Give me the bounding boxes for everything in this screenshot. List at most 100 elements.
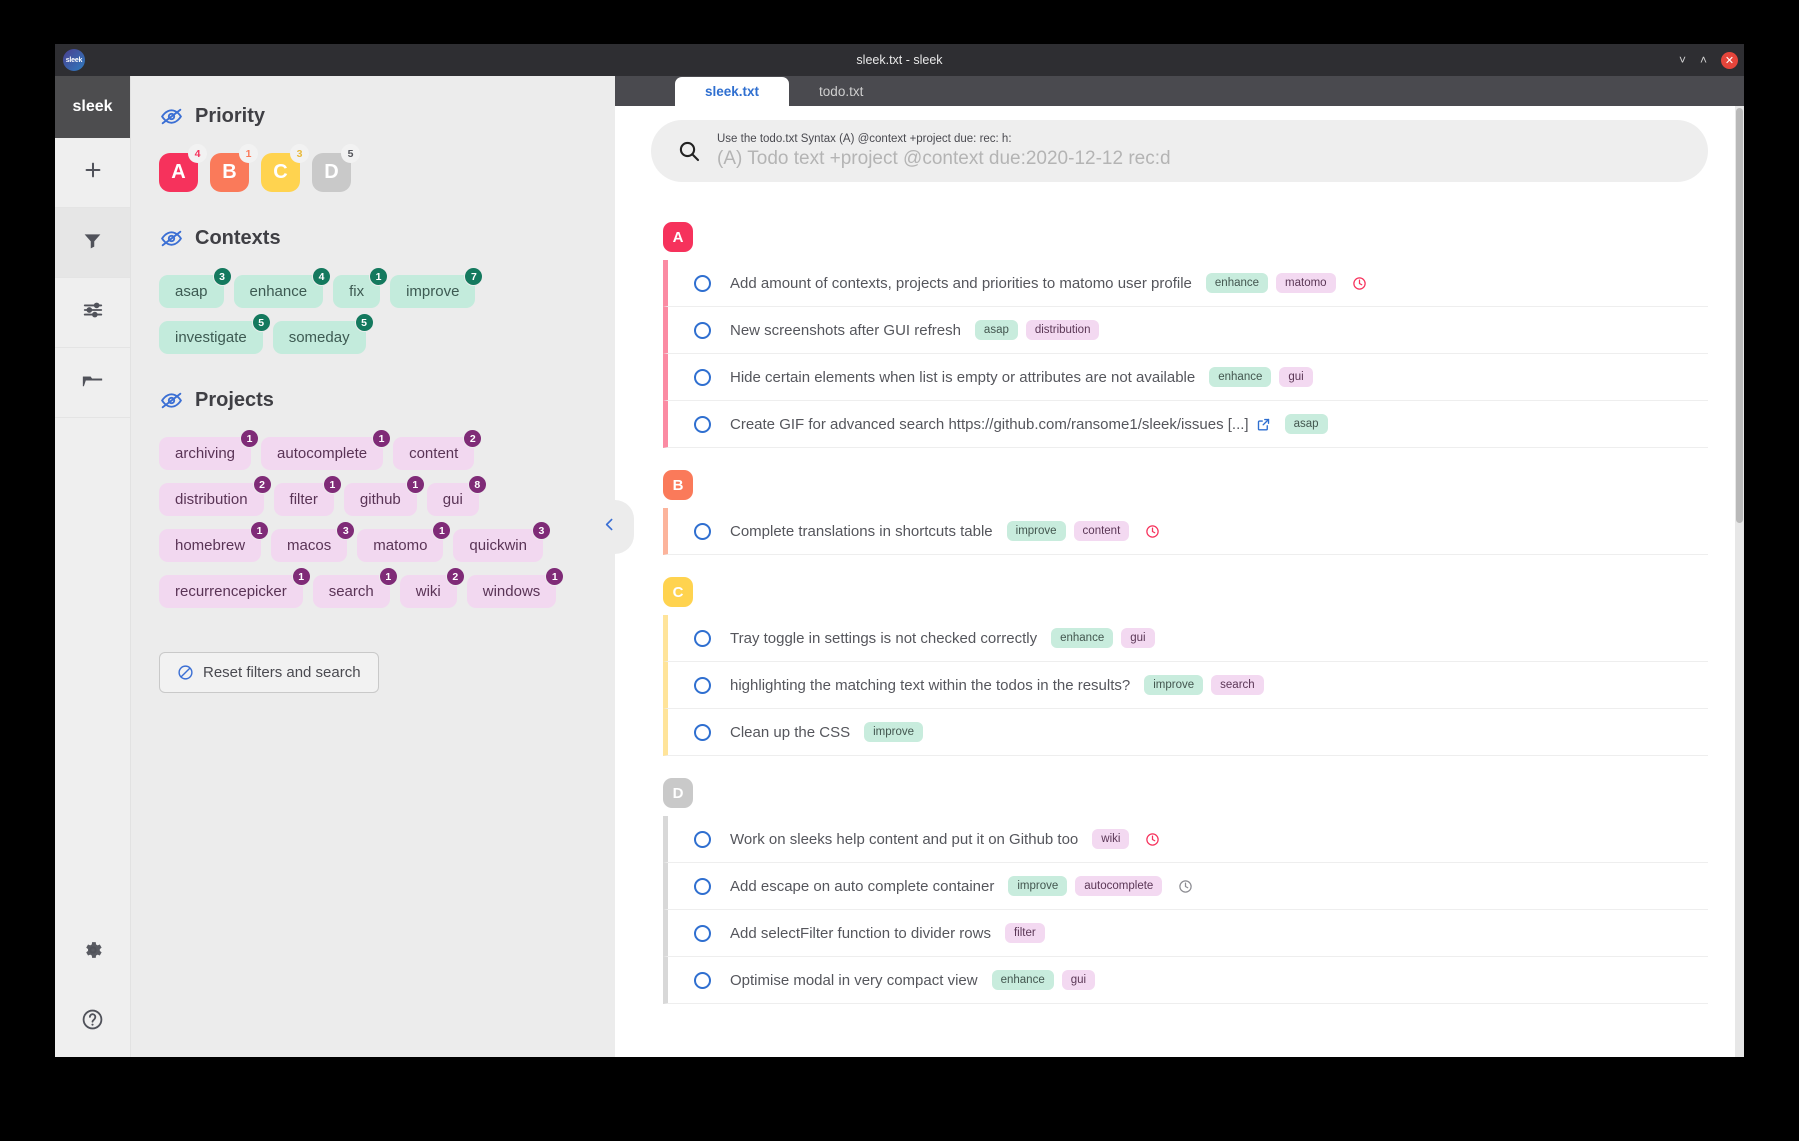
collapse-drawer-button[interactable] <box>596 500 634 554</box>
todo-row[interactable]: Add amount of contexts, projects and pri… <box>663 260 1708 307</box>
todo-tag-wiki[interactable]: wiki <box>1092 829 1129 849</box>
search-input[interactable]: (A) Todo text +project @context due:2020… <box>717 148 1171 170</box>
todo-tag-gui[interactable]: gui <box>1121 628 1154 648</box>
context-chip-fix[interactable]: fix1 <box>333 275 380 308</box>
sidebar-item-add-todo[interactable] <box>55 138 130 208</box>
context-chip-improve[interactable]: improve7 <box>390 275 475 308</box>
todo-tag-distribution[interactable]: distribution <box>1026 320 1100 340</box>
priority-count: 4 <box>188 144 207 163</box>
eye-off-icon[interactable] <box>159 388 184 413</box>
todo-checkbox[interactable] <box>694 831 711 848</box>
context-chip-investigate[interactable]: investigate5 <box>159 321 263 354</box>
project-chip-matomo[interactable]: matomo1 <box>357 529 443 562</box>
chip-label: macos <box>287 537 331 554</box>
search-area: Use the todo.txt Syntax (A) @context +pr… <box>615 106 1744 190</box>
todo-checkbox[interactable] <box>694 322 711 339</box>
tab-todo-txt[interactable]: todo.txt <box>789 77 893 106</box>
sidebar-item-filter[interactable] <box>55 208 130 278</box>
search-box[interactable]: Use the todo.txt Syntax (A) @context +pr… <box>651 120 1708 182</box>
project-chip-github[interactable]: github1 <box>344 483 417 516</box>
project-chip-windows[interactable]: windows1 <box>467 575 557 608</box>
project-chip-distribution[interactable]: distribution2 <box>159 483 264 516</box>
todo-tag-enhance[interactable]: enhance <box>992 970 1054 990</box>
todo-tags: enhance matomo <box>1206 273 1367 293</box>
todo-tag-improve[interactable]: improve <box>864 722 923 742</box>
eye-off-icon[interactable] <box>159 226 184 251</box>
todo-row[interactable]: Add selectFilter function to divider row… <box>663 910 1708 957</box>
due-clock-icon <box>1145 832 1160 847</box>
priority-filter-b[interactable]: B1 <box>210 153 249 192</box>
context-chip-someday[interactable]: someday5 <box>273 321 366 354</box>
maximize-icon[interactable]: ˄ <box>1700 54 1707 66</box>
context-chip-enhance[interactable]: enhance4 <box>234 275 324 308</box>
scrollbar-thumb[interactable] <box>1736 108 1743 523</box>
project-chip-gui[interactable]: gui8 <box>427 483 479 516</box>
project-chip-content[interactable]: content2 <box>393 437 474 470</box>
todo-tag-asap[interactable]: asap <box>1285 414 1328 434</box>
todo-tag-enhance[interactable]: enhance <box>1206 273 1268 293</box>
todo-tag-content[interactable]: content <box>1074 521 1130 541</box>
todo-checkbox[interactable] <box>694 724 711 741</box>
todo-row[interactable]: Add escape on auto complete containerimp… <box>663 863 1708 910</box>
tab-sleek-txt[interactable]: sleek.txt <box>675 77 789 106</box>
todo-checkbox[interactable] <box>694 878 711 895</box>
todo-checkbox[interactable] <box>694 416 711 433</box>
chip-label: asap <box>175 283 208 300</box>
sidebar-item-settings[interactable] <box>55 917 130 987</box>
todo-checkbox[interactable] <box>694 369 711 386</box>
project-chip-filter[interactable]: filter1 <box>274 483 334 516</box>
todo-row[interactable]: Optimise modal in very compact viewenhan… <box>663 957 1708 1004</box>
todo-checkbox[interactable] <box>694 630 711 647</box>
project-chip-macos[interactable]: macos3 <box>271 529 347 562</box>
todo-checkbox[interactable] <box>694 925 711 942</box>
todo-tag-filter[interactable]: filter <box>1005 923 1045 943</box>
priority-filter-c[interactable]: C3 <box>261 153 300 192</box>
project-chip-search[interactable]: search1 <box>313 575 390 608</box>
sidebar-item-open-file[interactable] <box>55 348 130 418</box>
priority-filter-a[interactable]: A4 <box>159 153 198 192</box>
external-link-icon[interactable] <box>1256 417 1271 432</box>
close-icon[interactable]: ✕ <box>1721 52 1738 69</box>
chip-label: quickwin <box>469 537 527 554</box>
todo-tag-search[interactable]: search <box>1211 675 1264 695</box>
todo-tag-matomo[interactable]: matomo <box>1276 273 1336 293</box>
project-chip-autocomplete[interactable]: autocomplete1 <box>261 437 383 470</box>
todo-tag-asap[interactable]: asap <box>975 320 1018 340</box>
todo-tags: improve <box>864 722 923 742</box>
todo-tag-improve[interactable]: improve <box>1144 675 1203 695</box>
todo-tag-improve[interactable]: improve <box>1008 876 1067 896</box>
todo-tag-improve[interactable]: improve <box>1007 521 1066 541</box>
todo-checkbox[interactable] <box>694 677 711 694</box>
todo-tag-gui[interactable]: gui <box>1279 367 1312 387</box>
todo-row[interactable]: Clean up the CSSimprove <box>663 709 1708 756</box>
project-chip-homebrew[interactable]: homebrew1 <box>159 529 261 562</box>
todo-checkbox[interactable] <box>694 523 711 540</box>
project-chip-quickwin[interactable]: quickwin3 <box>453 529 543 562</box>
todo-row[interactable]: highlighting the matching text within th… <box>663 662 1708 709</box>
scrollbar[interactable] <box>1735 106 1744 1057</box>
sidebar-item-view-options[interactable] <box>55 278 130 348</box>
todo-tag-autocomplete[interactable]: autocomplete <box>1075 876 1162 896</box>
project-chip-wiki[interactable]: wiki2 <box>400 575 457 608</box>
project-chip-archiving[interactable]: archiving1 <box>159 437 251 470</box>
todo-tag-enhance[interactable]: enhance <box>1051 628 1113 648</box>
minimize-icon[interactable]: ˅ <box>1679 54 1686 66</box>
todo-row[interactable]: Create GIF for advanced search https://g… <box>663 401 1708 448</box>
todo-row[interactable]: New screenshots after GUI refreshasapdis… <box>663 307 1708 354</box>
todo-row[interactable]: Complete translations in shortcuts table… <box>663 508 1708 555</box>
todo-checkbox[interactable] <box>694 972 711 989</box>
todo-row[interactable]: Hide certain elements when list is empty… <box>663 354 1708 401</box>
todo-row[interactable]: Tray toggle in settings is not checked c… <box>663 615 1708 662</box>
priority-filter-d[interactable]: D5 <box>312 153 351 192</box>
eye-off-icon[interactable] <box>159 104 184 129</box>
sidebar-item-help[interactable] <box>55 987 130 1057</box>
project-chip-recurrencepicker[interactable]: recurrencepicker1 <box>159 575 303 608</box>
todo-row[interactable]: Work on sleeks help content and put it o… <box>663 816 1708 863</box>
reset-filters-button[interactable]: Reset filters and search <box>159 652 379 693</box>
todo-tag-gui[interactable]: gui <box>1062 970 1095 990</box>
context-chip-asap[interactable]: asap3 <box>159 275 224 308</box>
todo-list: AAdd amount of contexts, projects and pr… <box>615 190 1744 1004</box>
todo-checkbox[interactable] <box>694 275 711 292</box>
todo-tag-enhance[interactable]: enhance <box>1209 367 1271 387</box>
chip-label: archiving <box>175 445 235 462</box>
